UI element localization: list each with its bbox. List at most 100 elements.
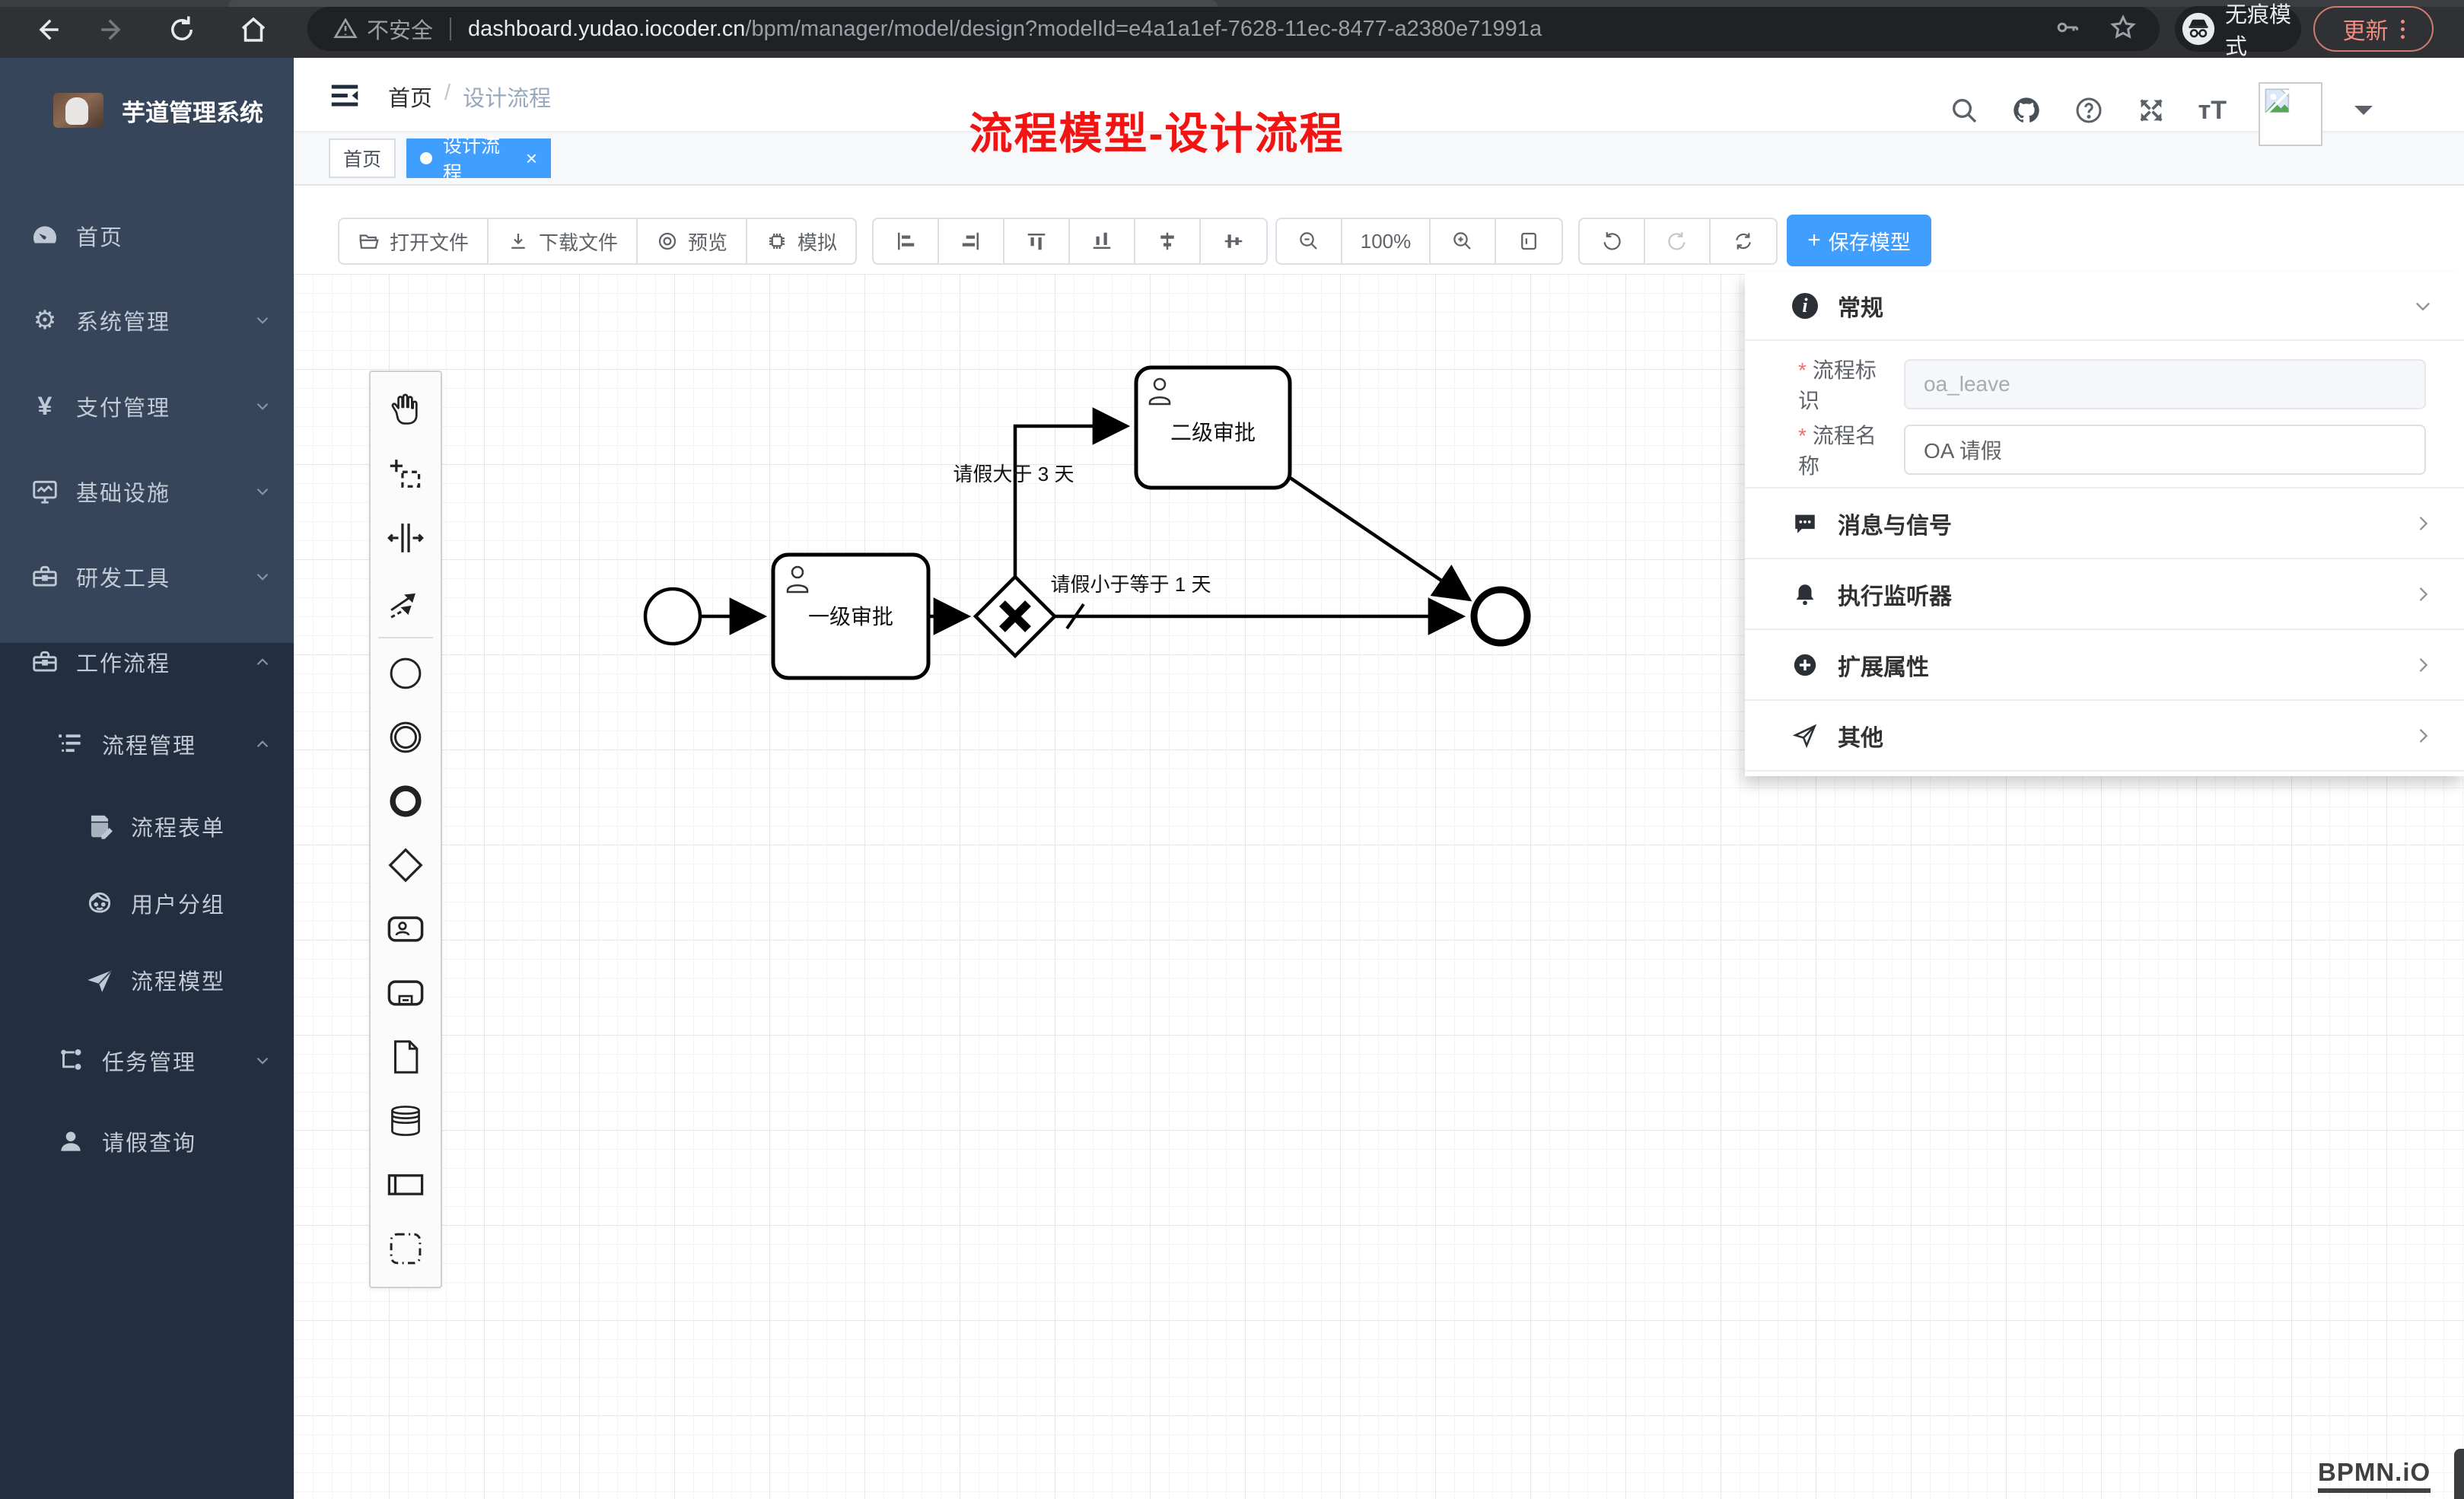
sidebar-item-system[interactable]: ⚙ 系统管理 [0,285,294,355]
fullscreen-icon[interactable] [2136,95,2166,126]
sidebar-item-home[interactable]: 首页 [0,201,294,271]
redo-icon[interactable] [1645,219,1711,263]
preview-button[interactable]: 预览 [638,219,747,263]
sidebar-item-leave-query[interactable]: 请假查询 [0,1106,294,1176]
process-key-input[interactable] [1904,359,2426,409]
chevron-up-icon [253,734,272,754]
kebab-menu-icon[interactable] [2401,27,2405,31]
search-icon[interactable] [1949,95,1979,126]
chevron-down-icon [253,1051,272,1071]
download-file-button[interactable]: 下载文件 [489,219,638,263]
zoom-in-icon[interactable] [1431,219,1496,263]
align-center-icon[interactable] [1201,219,1266,263]
key-icon[interactable] [2053,14,2080,41]
sidebar-item-label: 请假查询 [102,1125,196,1157]
update-label[interactable]: 更新 [2343,12,2389,46]
avatar[interactable] [2259,82,2322,146]
sidebar-item-infra[interactable]: 基础设施 [0,457,294,527]
align-bottom-icon[interactable] [1070,219,1135,263]
sidebar-item-label: 流程管理 [102,728,196,760]
sidebar-item-devtools[interactable]: 研发工具 [0,542,294,612]
align-top-icon[interactable] [1004,219,1070,263]
chevron-right-icon[interactable] [2412,513,2434,534]
open-file-button[interactable]: 打开文件 [339,219,489,263]
sidebar-item-user-group[interactable]: 用户分组 [0,868,294,938]
task-flow-icon [56,1046,85,1075]
address-bar[interactable]: 不安全 dashboard.yudao.iocoder.cn/bpm/manag… [307,7,2160,51]
chevron-down-icon[interactable] [2412,295,2434,317]
tab-design-process[interactable]: 设计流程 [406,138,551,178]
process-name-input[interactable] [1904,425,2426,475]
section-execution-listeners[interactable]: 执行监听器 [1745,559,2464,630]
save-model-button[interactable]: 保存模型 [1787,215,1931,266]
forward-icon[interactable] [97,14,129,46]
font-size-icon[interactable]: тT [2198,95,2227,126]
download-icon [507,230,530,253]
tab-label: 设计流程 [443,131,515,186]
chevron-down-icon [253,396,272,416]
tab-home[interactable]: 首页 [329,138,396,178]
browser-active-tab[interactable] [228,0,1218,7]
chevron-up-icon [253,652,272,672]
start-event-shape[interactable] [645,589,700,644]
sidebar-item-process-form[interactable]: 流程表单 [0,791,294,861]
section-extended-attributes[interactable]: 扩展属性 [1745,630,2464,701]
back-icon[interactable] [30,14,62,46]
fit-viewport-icon[interactable] [1496,219,1561,263]
zoom-out-icon[interactable] [1277,219,1342,263]
sidebar-item-process-mgmt[interactable]: 流程管理 [0,709,294,779]
flow-gateway-to-task2[interactable] [1015,426,1127,576]
security-label[interactable]: 不安全 [367,13,433,45]
plus-icon [1807,228,1821,253]
github-icon[interactable] [2011,95,2042,126]
user-task-level1[interactable]: 一级审批 [773,555,928,678]
zoom-button-group: 100% [1275,218,1563,265]
sidebar-item-label: 基础设施 [76,476,170,508]
sidebar-item-process-model[interactable]: 流程模型 [0,945,294,1015]
align-right-icon[interactable] [939,219,1004,263]
reload-icon[interactable] [166,14,198,46]
button-label: 预览 [688,228,727,256]
caret-down-icon[interactable] [2354,106,2373,124]
sidebar-collapse-icon[interactable] [327,78,362,113]
section-title: 常规 [1838,289,1883,323]
section-other[interactable]: 其他 [1745,701,2464,772]
sidebar-item-task-mgmt[interactable]: 任务管理 [0,1026,294,1096]
sidebar-item-workflow[interactable]: 工作流程 [0,627,294,697]
undo-icon[interactable] [1580,219,1645,263]
breadcrumb-home[interactable]: 首页 [388,81,432,113]
task-label: 二级审批 [1170,421,1256,444]
help-icon[interactable] [2074,95,2104,126]
bpmn-io-watermark[interactable]: BPMN.iO [2318,1458,2431,1493]
chevron-right-icon[interactable] [2412,725,2434,746]
paper-plane-icon [85,966,114,995]
close-icon[interactable] [526,147,537,170]
home-icon[interactable] [237,14,269,46]
user-task-level2[interactable]: 二级审批 [1136,368,1290,488]
flow-task2-to-end[interactable] [1289,477,1469,600]
end-event-shape[interactable] [1474,590,1527,643]
simulate-button[interactable]: 模拟 [747,219,855,263]
exclusive-gateway[interactable] [976,577,1055,656]
app-logo-row[interactable]: 芋道管理系统 [0,68,294,152]
person-icon [56,1127,85,1156]
omnibox-actions [2053,14,2137,41]
breadcrumb-separator: / [444,81,450,113]
page-annotation: 流程模型-设计流程 [906,99,1408,161]
sidebar-item-payment[interactable]: ¥ 支付管理 [0,371,294,441]
incognito-badge: 无痕模式 [2175,6,2301,52]
restart-icon[interactable] [1711,219,1776,263]
section-general[interactable]: i 常规 [1745,272,2464,341]
chevron-right-icon[interactable] [2412,654,2434,676]
section-messages-signals[interactable]: 消息与信号 [1745,489,2464,559]
flow-label-le1[interactable]: 请假小于等于 1 天 [1051,573,1211,596]
star-icon[interactable] [2109,14,2137,41]
align-left-icon[interactable] [874,219,939,263]
chevron-right-icon[interactable] [2412,584,2434,605]
bell-icon [1792,581,1818,607]
sidebar-item-label: 工作流程 [76,646,170,678]
align-middle-icon[interactable] [1135,219,1201,263]
flow-label-gt3[interactable]: 请假大于 3 天 [953,463,1074,485]
button-label: 下载文件 [539,228,618,256]
update-button[interactable]: 更新 [2313,6,2434,52]
